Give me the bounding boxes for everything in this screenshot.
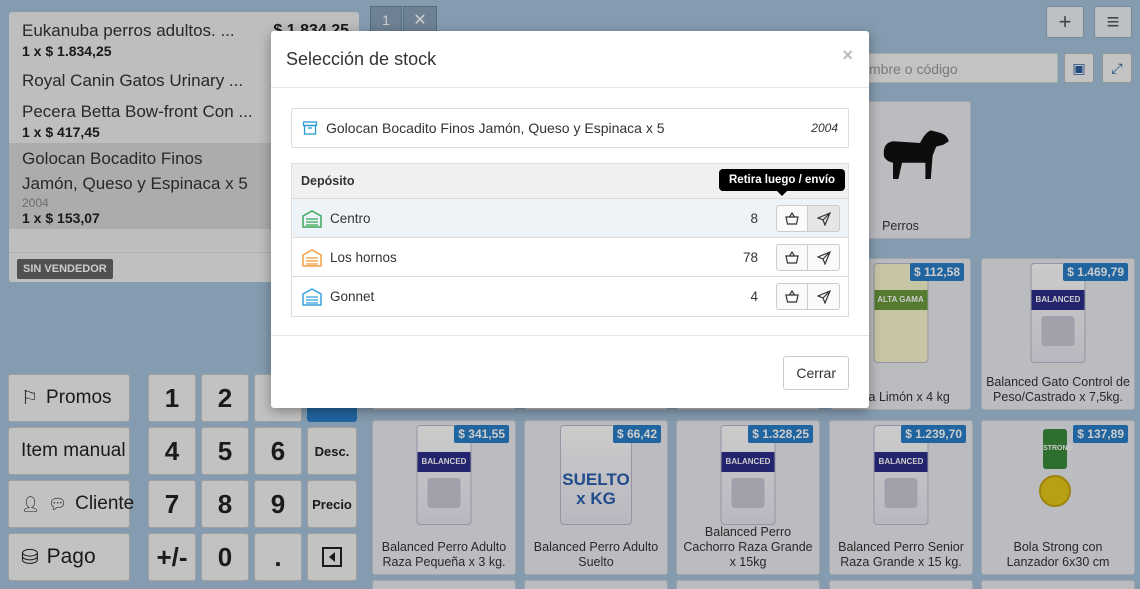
stock-selection-modal: Selección de stock × Golocan Bocadito Fi… [271,31,869,408]
pickup-later-send-button[interactable] [808,283,840,310]
pickup-later-send-button[interactable] [808,244,840,271]
warehouse-name: Centro [330,211,371,226]
basket-icon [785,212,799,225]
product-code: 2004 [811,121,838,135]
pickup-later-send-button[interactable] [808,205,840,232]
deposito-header: Depósito [301,174,355,188]
close-icon[interactable]: × [842,45,853,66]
product-name: Golocan Bocadito Finos Jamón, Queso y Es… [326,120,665,136]
paper-plane-icon [816,289,831,304]
cerrar-button[interactable]: Cerrar [783,356,849,390]
warehouse-name: Gonnet [330,289,375,304]
warehouse-row: Los hornos 78 [292,238,848,277]
warehouse-qty: 78 [742,250,758,265]
warehouse-icon [302,288,322,306]
paper-plane-icon [816,250,831,265]
basket-icon [785,290,799,303]
basket-icon [785,251,799,264]
take-now-button[interactable] [776,205,808,232]
warehouse-row: Centro 8 [292,199,848,238]
warehouse-icon [302,210,322,228]
warehouse-name: Los hornos [330,250,397,265]
paper-plane-icon [816,211,831,226]
product-info: Golocan Bocadito Finos Jamón, Queso y Es… [291,108,849,148]
take-now-button[interactable] [776,283,808,310]
modal-footer: Cerrar [271,335,869,408]
warehouse-row: Gonnet 4 [292,277,848,316]
archive-box-icon [302,121,318,135]
warehouse-qty: 8 [750,211,758,226]
take-now-button[interactable] [776,244,808,271]
tooltip: Retira luego / envío [719,169,846,196]
modal-title: Selección de stock [286,49,437,69]
modal-header: Selección de stock × [271,31,869,88]
warehouse-qty: 4 [750,289,758,304]
warehouse-icon [302,249,322,267]
